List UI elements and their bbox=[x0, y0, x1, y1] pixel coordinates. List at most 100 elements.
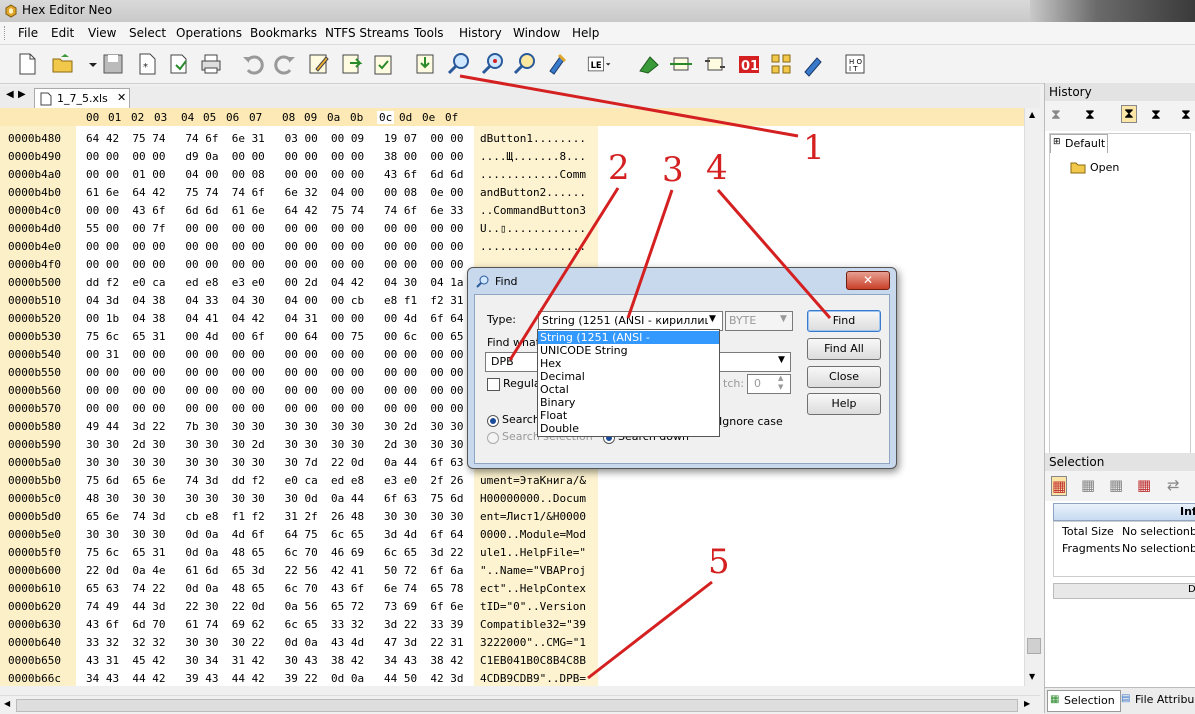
clipboard-icon[interactable] bbox=[370, 51, 396, 77]
shift-icon[interactable] bbox=[702, 51, 728, 77]
history-tab-default[interactable]: ⊞ Default bbox=[1050, 134, 1108, 153]
row-text[interactable]: ent=Лист1/&H0000 bbox=[480, 510, 586, 523]
hex-row[interactable]: 0000b640 33 32 32 32 30 30 30 22 0d 0a 43… bbox=[0, 634, 1024, 652]
regular-checkbox[interactable] bbox=[487, 378, 500, 391]
row-text[interactable]: dButton1........ bbox=[480, 132, 586, 145]
row-hex-bytes[interactable]: 04 3d 04 38 04 33 04 30 04 00 00 cb e8 f… bbox=[86, 294, 464, 307]
bit-operations-icon[interactable]: 01 bbox=[736, 51, 762, 77]
byte-order-le-icon[interactable]: LE bbox=[586, 51, 620, 77]
hex-row[interactable]: 0000b5b0 75 6d 65 6e 74 3d dd f2 e0 ca ed… bbox=[0, 472, 1024, 490]
goto-icon[interactable] bbox=[412, 51, 438, 77]
row-text[interactable]: C1EB041B0C8B4C8B bbox=[480, 654, 586, 667]
row-hex-bytes[interactable]: dd f2 e0 ca ed e8 e3 e0 00 2d 04 42 04 3… bbox=[86, 276, 464, 289]
select-range-icon[interactable]: ▦ bbox=[1137, 476, 1151, 494]
row-hex-bytes[interactable]: 75 6d 65 6e 74 3d dd f2 e0 ca ed e8 e3 e… bbox=[86, 474, 464, 487]
byte-dropdown[interactable]: BYTE ▼ bbox=[725, 311, 793, 331]
insert-icon[interactable] bbox=[338, 51, 364, 77]
row-text[interactable]: ....Щ.......8... bbox=[480, 150, 586, 163]
menu-operations[interactable]: Operations bbox=[176, 26, 242, 40]
find-icon[interactable] bbox=[446, 51, 472, 77]
hex-row[interactable]: 0000b4b0 61 6e 64 42 75 74 74 6f 6e 32 04… bbox=[0, 184, 1024, 202]
row-hex-bytes[interactable]: 61 6e 64 42 75 74 74 6f 6e 32 04 00 00 0… bbox=[86, 186, 464, 199]
menu-help[interactable]: Help bbox=[572, 26, 599, 40]
hex-row[interactable]: 0000b4e0 00 00 00 00 00 00 00 00 00 00 00… bbox=[0, 238, 1024, 256]
row-text[interactable]: 4CDB9CDB9"..DPB= bbox=[480, 672, 586, 685]
row-hex-bytes[interactable]: 30 30 2d 30 30 30 30 2d 30 30 30 30 2d 3… bbox=[86, 438, 464, 451]
scroll-thumb-horizontal[interactable] bbox=[16, 699, 1018, 712]
resize-icon[interactable] bbox=[668, 51, 694, 77]
hex-row[interactable]: 0000b490 00 00 00 00 d9 0a 00 00 00 00 00… bbox=[0, 148, 1024, 166]
tab-file-attributes[interactable]: ▤ File Attribu bbox=[1121, 690, 1195, 710]
select-invert-icon[interactable]: ⇄ bbox=[1167, 476, 1180, 494]
tab-scroll-left-icon[interactable]: ◀ bbox=[6, 89, 14, 100]
select-rows-icon[interactable]: ▦ bbox=[1081, 476, 1095, 494]
row-text[interactable]: 3222000"..CMG="1 bbox=[480, 636, 586, 649]
tab-file[interactable]: 1_7_5.xls ✕ bbox=[34, 88, 130, 109]
row-hex-bytes[interactable]: 00 00 00 00 00 00 00 00 00 00 00 00 00 0… bbox=[86, 402, 464, 415]
spin-down-icon[interactable]: ▼ bbox=[778, 383, 783, 391]
hex-row[interactable]: 0000b5e0 30 30 30 30 0d 0a 4d 6f 64 75 6c… bbox=[0, 526, 1024, 544]
row-text[interactable]: ect"..HelpContex bbox=[480, 582, 586, 595]
scroll-right-icon[interactable]: ▶ bbox=[1024, 699, 1030, 708]
scroll-thumb[interactable] bbox=[1027, 638, 1041, 654]
fill-icon[interactable] bbox=[636, 51, 662, 77]
row-hex-bytes[interactable]: 30 30 30 30 0d 0a 4d 6f 64 75 6c 65 3d 4… bbox=[86, 528, 464, 541]
row-hex-bytes[interactable]: 00 31 00 00 00 00 00 00 00 00 00 00 00 0… bbox=[86, 348, 464, 361]
open-dropdown-icon[interactable] bbox=[80, 51, 97, 77]
hex-row[interactable]: 0000b5c0 48 30 30 30 30 30 30 30 30 0d 0a… bbox=[0, 490, 1024, 508]
tab-scroll-right-icon[interactable]: ▶ bbox=[18, 89, 26, 100]
row-text[interactable]: ............Comm bbox=[480, 168, 586, 181]
row-hex-bytes[interactable]: 75 6c 65 31 0d 0a 48 65 6c 70 46 69 6c 6… bbox=[86, 546, 464, 559]
select-grid-icon[interactable]: ▦ bbox=[1051, 476, 1068, 496]
edit-icon[interactable] bbox=[306, 51, 332, 77]
history-clear-icon[interactable]: ⧗ bbox=[1051, 107, 1061, 123]
menu-window[interactable]: Window bbox=[513, 26, 560, 40]
type-option[interactable]: UNICODE String bbox=[540, 344, 628, 357]
row-hex-bytes[interactable]: 65 6e 74 3d cb e8 f1 f2 31 2f 26 48 30 3… bbox=[86, 510, 464, 523]
row-text[interactable]: andButton2...... bbox=[480, 186, 586, 199]
hex-row[interactable]: 0000b5f0 75 6c 65 31 0d 0a 48 65 6c 70 46… bbox=[0, 544, 1024, 562]
hex-view-icon[interactable]: H OI T bbox=[842, 51, 868, 77]
row-text[interactable]: 0000..Module=Mod bbox=[480, 528, 586, 541]
row-text[interactable]: H00000000..Docum bbox=[480, 492, 586, 505]
spin-up-icon[interactable]: ▲ bbox=[778, 374, 783, 382]
scroll-left-icon[interactable]: ◀ bbox=[4, 699, 10, 708]
print-icon[interactable] bbox=[198, 51, 224, 77]
vertical-scrollbar[interactable]: ▲ ▼ bbox=[1024, 108, 1042, 686]
row-hex-bytes[interactable]: 65 63 74 22 0d 0a 48 65 6c 70 43 6f 6e 7… bbox=[86, 582, 464, 595]
replace-icon[interactable] bbox=[545, 51, 571, 77]
menu-tools[interactable]: Tools bbox=[414, 26, 444, 40]
type-option[interactable]: Hex bbox=[540, 357, 561, 370]
select-block-icon[interactable] bbox=[768, 51, 794, 77]
row-text[interactable]: U..▯............ bbox=[480, 222, 586, 235]
menu-file[interactable]: File bbox=[18, 26, 38, 40]
search-selection-radio[interactable] bbox=[487, 432, 499, 444]
detail-scrollbar[interactable]: D bbox=[1053, 583, 1195, 599]
history-more-icon[interactable]: ⧗ bbox=[1181, 107, 1191, 123]
row-hex-bytes[interactable]: 30 30 30 30 30 30 30 30 30 7d 22 0d 0a 4… bbox=[86, 456, 464, 469]
menu-select[interactable]: Select bbox=[129, 26, 166, 40]
scroll-up-icon[interactable]: ▲ bbox=[1029, 110, 1035, 119]
save-all-icon[interactable] bbox=[166, 51, 192, 77]
row-text[interactable]: ................ bbox=[480, 240, 586, 253]
menu-view[interactable]: View bbox=[88, 26, 116, 40]
row-text[interactable]: ument=ЭтаКнига/& bbox=[480, 474, 586, 487]
match-spinner[interactable]: 0 ▲ ▼ bbox=[747, 374, 791, 394]
row-hex-bytes[interactable]: 00 00 00 00 00 00 00 00 00 00 00 00 00 0… bbox=[86, 240, 464, 253]
row-hex-bytes[interactable]: 74 49 44 3d 22 30 22 0d 0a 56 65 72 73 6… bbox=[86, 600, 464, 613]
row-hex-bytes[interactable]: 43 31 45 42 30 34 31 42 30 43 38 42 34 4… bbox=[86, 654, 464, 667]
search-radio[interactable] bbox=[487, 415, 499, 427]
row-hex-bytes[interactable]: 75 6c 65 31 00 4d 00 6f 00 64 00 75 00 6… bbox=[86, 330, 464, 343]
tab-selection[interactable]: ▦ Selection bbox=[1047, 690, 1121, 712]
row-hex-bytes[interactable]: 00 00 01 00 04 00 00 08 00 00 00 00 43 6… bbox=[86, 168, 464, 181]
hex-row[interactable]: 0000b66c 34 43 44 42 39 43 44 42 39 22 0d… bbox=[0, 670, 1024, 686]
help-button[interactable]: Help bbox=[807, 393, 881, 415]
type-options-list[interactable]: String (1251 (ANSI - кириллица)) UNICODE… bbox=[537, 329, 720, 437]
history-view-icon[interactable]: ⧗ bbox=[1121, 105, 1137, 123]
row-hex-bytes[interactable]: 49 44 3d 22 7b 30 30 30 30 30 30 30 30 2… bbox=[86, 420, 464, 433]
menu-ntfs-streams[interactable]: NTFS Streams bbox=[325, 26, 409, 40]
type-dropdown[interactable]: String (1251 (ANSI - кириллица) ▼ bbox=[538, 311, 723, 331]
hex-row[interactable]: 0000b600 22 0d 0a 4e 61 6d 65 3d 22 56 42… bbox=[0, 562, 1024, 580]
row-hex-bytes[interactable]: 64 42 75 74 74 6f 6e 31 03 00 00 09 19 0… bbox=[86, 132, 464, 145]
row-text[interactable]: ..CommandButton3 bbox=[480, 204, 586, 217]
